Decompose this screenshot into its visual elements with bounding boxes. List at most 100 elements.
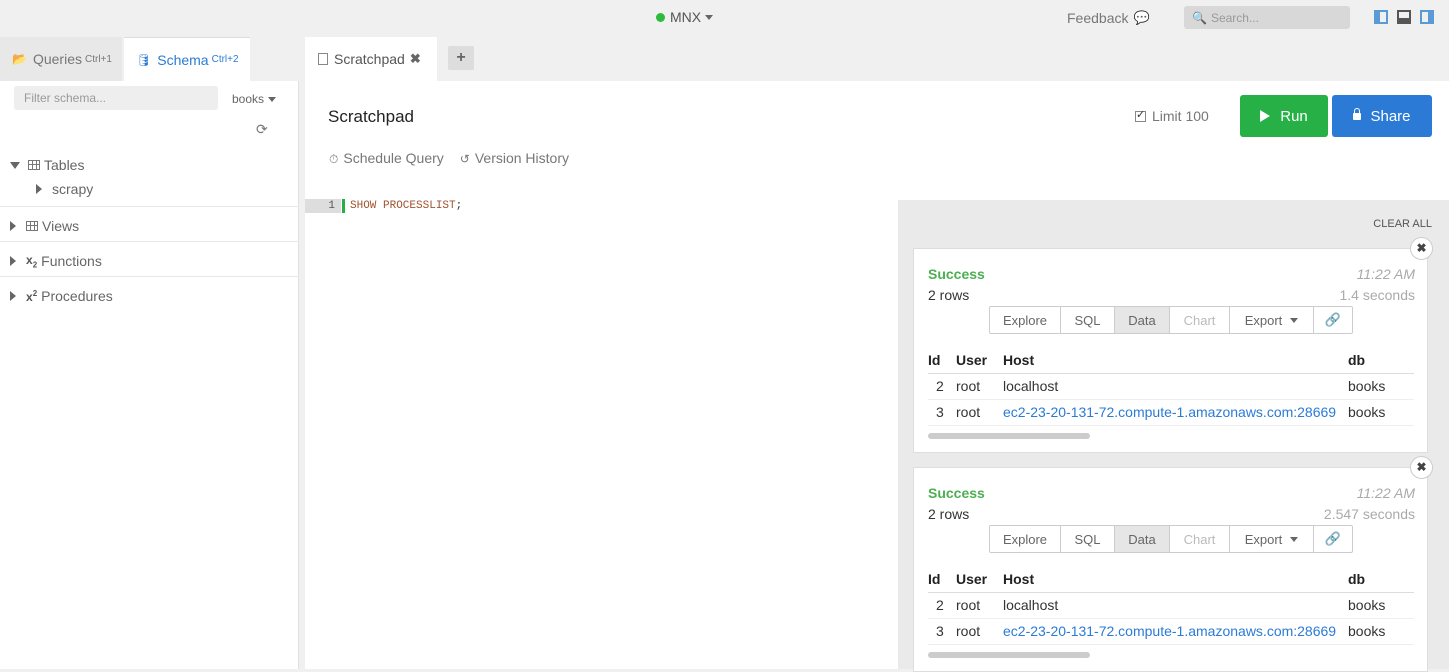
- chevron-down-icon: [268, 96, 277, 102]
- chevron-down-icon: [1290, 536, 1299, 542]
- result-time: 11:22 AM: [1356, 266, 1415, 282]
- column-header[interactable]: Id: [928, 567, 956, 593]
- horizontal-scrollbar[interactable]: [928, 652, 1090, 658]
- link-icon[interactable]: 🔗: [1314, 526, 1352, 552]
- schema-sidebar: books ⟳ Tables scrapy Views x2 Functions…: [0, 81, 299, 669]
- tree-item-scrapy[interactable]: scrapy: [36, 181, 93, 197]
- feedback-label: Feedback: [1067, 10, 1129, 26]
- column-header[interactable]: db: [1348, 567, 1414, 593]
- layout-switcher: [1374, 10, 1434, 24]
- collapsed-arrow-icon: [36, 184, 42, 194]
- result-table: Id User Host db 2 root localhost books 3…: [928, 567, 1414, 645]
- close-icon[interactable]: ✖: [1410, 237, 1433, 260]
- cell: root: [956, 592, 1003, 619]
- tree-tables[interactable]: Tables: [10, 157, 84, 173]
- tab-queries[interactable]: 📂 Queries Ctrl+1: [0, 37, 122, 81]
- export-label: Export: [1244, 531, 1283, 547]
- collapsed-arrow-icon: [10, 291, 16, 301]
- share-label: Share: [1370, 107, 1411, 125]
- tree-views[interactable]: Views: [10, 218, 79, 234]
- search-icon: 🔍: [1192, 10, 1207, 25]
- explore-button[interactable]: Explore: [990, 307, 1061, 333]
- tree-label: Functions: [41, 253, 102, 270]
- code-line[interactable]: SHOW PROCESSLIST;: [350, 199, 462, 213]
- layout-right-panel-icon[interactable]: [1420, 10, 1434, 24]
- history-icon: ↺: [459, 152, 470, 166]
- collapsed-arrow-icon: [10, 256, 16, 267]
- connection-selector[interactable]: MNX: [656, 9, 714, 25]
- procedure-icon: x2: [26, 288, 38, 304]
- schema-filter[interactable]: [14, 86, 218, 110]
- sql-button[interactable]: SQL: [1061, 307, 1115, 333]
- schedule-query-link[interactable]: ⏱ Schedule Query: [329, 150, 444, 167]
- search-input[interactable]: [1210, 10, 1341, 25]
- sql-punctuation: ;: [455, 200, 463, 212]
- layout-bottom-panel-icon[interactable]: [1397, 10, 1411, 24]
- code-editor[interactable]: 1 SHOW PROCESSLIST;: [305, 199, 898, 669]
- tab-schema[interactable]: 🛢 Schema Ctrl+2: [124, 37, 250, 81]
- cell-link[interactable]: ec2-23-20-131-72.compute-1.amazonaws.com…: [1003, 618, 1348, 645]
- column-header[interactable]: db: [1348, 348, 1414, 374]
- tab-label: Scratchpad: [334, 51, 405, 67]
- cell-link[interactable]: ec2-23-20-131-72.compute-1.amazonaws.com…: [1003, 399, 1348, 426]
- document-icon: [318, 53, 328, 65]
- top-bar: MNX Feedback 💬 🔍: [0, 0, 1449, 36]
- table-row: 3 root ec2-23-20-131-72.compute-1.amazon…: [928, 618, 1414, 645]
- close-icon[interactable]: ✖: [410, 51, 421, 67]
- new-tab-button[interactable]: +: [448, 46, 474, 70]
- lock-icon: [1353, 107, 1362, 120]
- database-selector[interactable]: books: [232, 92, 277, 106]
- data-button[interactable]: Data: [1115, 307, 1170, 333]
- limit-checkbox[interactable]: Limit 100: [1135, 108, 1209, 124]
- page-title: Scratchpad: [328, 107, 414, 126]
- expanded-arrow-icon: [10, 161, 20, 169]
- duration: 1.4 seconds: [1339, 287, 1416, 303]
- explore-button[interactable]: Explore: [990, 526, 1061, 552]
- cell: books: [1348, 373, 1414, 400]
- table-header: Id User Host db: [928, 348, 1414, 374]
- horizontal-scrollbar[interactable]: [928, 433, 1090, 439]
- tree-functions[interactable]: x2 Functions: [10, 253, 102, 269]
- tree-procedures[interactable]: x2 Procedures: [10, 288, 113, 304]
- close-icon[interactable]: ✖: [1410, 456, 1433, 479]
- share-button[interactable]: Share: [1332, 95, 1432, 137]
- global-search[interactable]: 🔍: [1184, 6, 1350, 29]
- export-button[interactable]: Export: [1230, 526, 1314, 552]
- refresh-icon[interactable]: ⟳: [256, 121, 268, 138]
- tab-label: Queries: [32, 51, 82, 67]
- chat-bubble-icon: 💬: [1133, 10, 1150, 25]
- query-actions: ⏱ Schedule Query ↺ Version History: [329, 150, 569, 167]
- export-label: Export: [1244, 312, 1283, 328]
- tab-scratchpad[interactable]: Scratchpad ✖: [305, 37, 437, 81]
- cell: localhost: [1003, 373, 1348, 400]
- tree-label: Procedures: [41, 288, 113, 304]
- active-line-marker: [342, 199, 345, 213]
- layout-left-panel-icon[interactable]: [1374, 10, 1388, 24]
- link-icon[interactable]: 🔗: [1314, 307, 1352, 333]
- cell: root: [956, 618, 1003, 645]
- schema-filter-input[interactable]: [24, 91, 204, 105]
- sql-button[interactable]: SQL: [1061, 526, 1115, 552]
- clear-all-button[interactable]: CLEAR ALL: [1373, 218, 1432, 230]
- column-header[interactable]: Id: [928, 348, 956, 374]
- column-header[interactable]: Host: [1003, 348, 1348, 374]
- column-header[interactable]: User: [956, 567, 1003, 593]
- row-count: 2 rows: [928, 287, 970, 303]
- connection-status-icon: [656, 12, 665, 22]
- column-header[interactable]: Host: [1003, 567, 1348, 593]
- data-button[interactable]: Data: [1115, 526, 1170, 552]
- feedback-link[interactable]: Feedback 💬: [1067, 10, 1150, 26]
- column-header[interactable]: User: [956, 348, 1003, 374]
- cell: books: [1348, 399, 1414, 426]
- divider: [0, 241, 299, 242]
- run-button[interactable]: Run: [1240, 95, 1328, 137]
- tree-label: Tables: [44, 157, 85, 173]
- export-button[interactable]: Export: [1230, 307, 1314, 333]
- table-icon: [28, 160, 40, 170]
- collapsed-arrow-icon: [10, 221, 16, 231]
- chevron-down-icon: [1290, 317, 1299, 323]
- checkbox-icon[interactable]: [1135, 108, 1146, 122]
- table-row: 2 root localhost books: [928, 373, 1414, 400]
- version-history-link[interactable]: ↺ Version History: [460, 150, 569, 167]
- connection-name: MNX: [670, 9, 702, 25]
